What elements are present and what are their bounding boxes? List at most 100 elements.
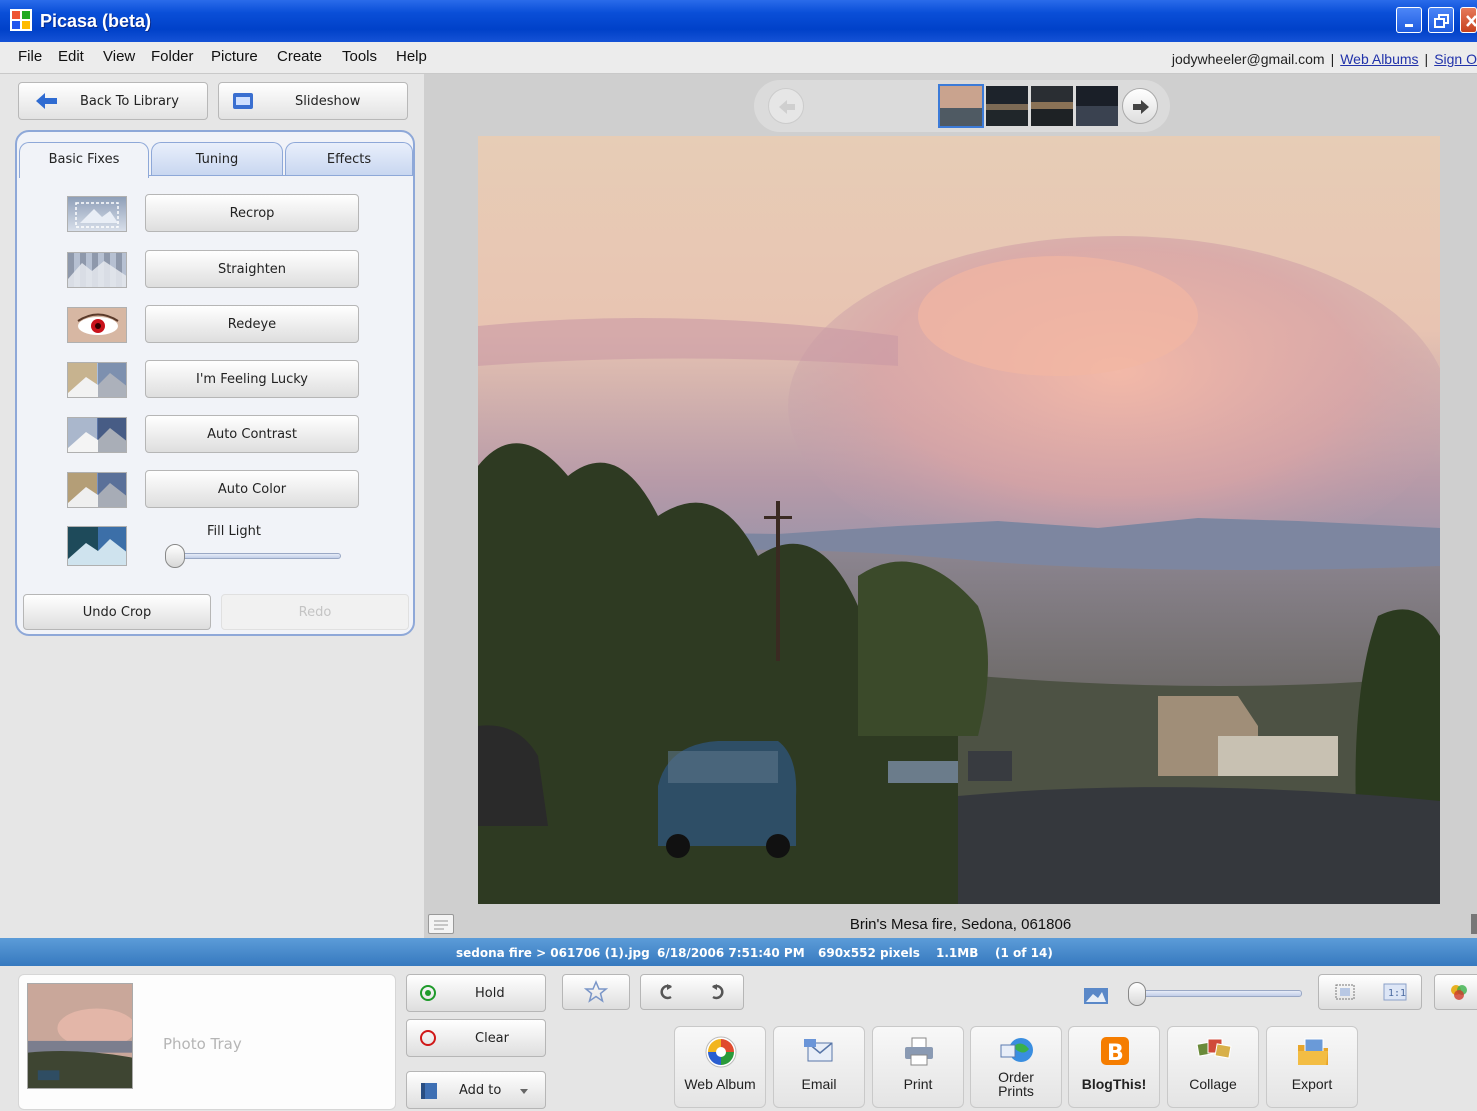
zoom-slider[interactable] <box>1124 982 1306 1006</box>
filmstrip-thumb[interactable] <box>1076 86 1118 126</box>
rotate-right-icon[interactable] <box>707 982 727 1002</box>
zoom-track[interactable] <box>1130 990 1302 997</box>
previous-photo-button[interactable] <box>768 88 804 124</box>
main-photo <box>478 136 1440 904</box>
straighten-button[interactable]: Straighten <box>145 250 359 288</box>
web-album-button[interactable]: Web Album <box>674 1026 766 1108</box>
clear-button[interactable]: Clear <box>406 1019 546 1057</box>
back-to-library-button[interactable]: Back To Library <box>18 82 208 120</box>
recrop-button[interactable]: Recrop <box>145 194 359 232</box>
recrop-icon <box>67 196 127 232</box>
color-info-button[interactable] <box>1434 974 1477 1010</box>
minimize-button[interactable] <box>1396 7 1422 33</box>
close-button[interactable] <box>1460 7 1477 33</box>
photo-viewer: Brin's Mesa fire, Sedona, 061806 <box>424 74 1477 938</box>
restore-icon <box>1434 14 1449 28</box>
menu-help[interactable]: Help <box>396 48 427 65</box>
menu-edit[interactable]: Edit <box>58 48 84 65</box>
svg-text:1:1: 1:1 <box>1388 988 1406 999</box>
zoom-photo-icon <box>1084 988 1108 1004</box>
actual-size-icon[interactable]: 1:1 <box>1383 983 1407 1001</box>
redeye-icon <box>67 307 127 343</box>
redeye-button[interactable]: Redeye <box>145 305 359 343</box>
web-albums-link[interactable]: Web Albums <box>1340 51 1418 67</box>
photo-tray-label: Photo Tray <box>163 1035 242 1053</box>
rotate-buttons <box>640 974 744 1010</box>
menu-file[interactable]: File <box>18 48 42 65</box>
fix-row-auto-contrast: Auto Contrast <box>17 415 413 455</box>
auto-color-icon <box>67 472 127 508</box>
menu-create[interactable]: Create <box>277 48 322 65</box>
fill-light-slider[interactable] <box>165 544 343 568</box>
right-arrow-icon <box>1133 100 1149 114</box>
basic-fixes-panel: Basic Fixes Tuning Effects Recrop Straig… <box>15 130 415 636</box>
collage-icon <box>1196 1038 1232 1059</box>
menu-folder[interactable]: Folder <box>151 48 194 65</box>
back-arrow-icon <box>36 93 57 109</box>
title-bar: Picasa (beta) <box>0 0 1477 42</box>
order-prints-icon <box>1000 1038 1033 1062</box>
fit-to-window-icon[interactable] <box>1334 983 1356 1001</box>
auto-contrast-button[interactable]: Auto Contrast <box>145 415 359 453</box>
separator: | <box>1330 51 1335 67</box>
feeling-lucky-button[interactable]: I'm Feeling Lucky <box>145 360 359 398</box>
blogthis-button[interactable]: B BlogThis! <box>1068 1026 1160 1108</box>
filmstrip-thumb[interactable] <box>1031 86 1073 126</box>
tray-thumbnail[interactable] <box>27 983 133 1089</box>
star-button[interactable] <box>562 974 630 1010</box>
undo-crop-button[interactable]: Undo Crop <box>23 594 211 630</box>
menu-bar: File Edit View Folder Picture Create Too… <box>0 42 1477 74</box>
zoom-knob[interactable] <box>1128 982 1146 1006</box>
print-button[interactable]: Print <box>872 1026 964 1108</box>
next-photo-button[interactable] <box>1122 88 1158 124</box>
email-icon <box>804 1039 833 1062</box>
fill-light-label: Fill Light <box>207 524 261 539</box>
filmstrip <box>754 80 1170 132</box>
filmstrip-thumb[interactable] <box>938 84 984 128</box>
add-to-button[interactable]: Add to <box>406 1071 546 1109</box>
scroll-handle[interactable] <box>1471 914 1477 934</box>
hold-button[interactable]: Hold <box>406 974 546 1012</box>
add-to-label: Add to <box>459 1083 502 1098</box>
fix-row-feeling-lucky: I'm Feeling Lucky <box>17 360 413 400</box>
slideshow-icon <box>233 93 253 109</box>
svg-text:B: B <box>1107 1041 1124 1066</box>
web-album-icon <box>705 1036 737 1068</box>
restore-button[interactable] <box>1428 7 1454 33</box>
order-prints-button[interactable]: Order Prints <box>970 1026 1062 1108</box>
email-label: Email <box>801 1076 837 1092</box>
picasa-logo-icon <box>10 9 32 31</box>
fix-row-auto-color: Auto Color <box>17 470 413 510</box>
slideshow-label: Slideshow <box>295 94 361 109</box>
slideshow-button[interactable]: Slideshow <box>218 82 408 120</box>
tab-tuning[interactable]: Tuning <box>151 142 283 176</box>
menu-picture[interactable]: Picture <box>211 48 258 65</box>
collage-label: Collage <box>1189 1076 1237 1092</box>
fill-light-icon <box>67 526 127 566</box>
auto-color-button[interactable]: Auto Color <box>145 470 359 508</box>
export-button[interactable]: Export <box>1266 1026 1358 1108</box>
window-title: Picasa (beta) <box>40 11 152 31</box>
status-position: (1 of 14) <box>995 946 1053 960</box>
fill-light-track[interactable] <box>175 553 341 559</box>
photo-caption[interactable]: Brin's Mesa fire, Sedona, 061806 <box>424 916 1477 933</box>
email-button[interactable]: Email <box>773 1026 865 1108</box>
menu-tools[interactable]: Tools <box>342 48 377 65</box>
tab-effects[interactable]: Effects <box>285 142 413 176</box>
order-prints-label: Order Prints <box>971 1070 1061 1098</box>
sign-out-link[interactable]: Sign O <box>1434 51 1477 67</box>
menu-view[interactable]: View <box>103 48 135 65</box>
fill-light-knob[interactable] <box>165 544 185 568</box>
collage-button[interactable]: Collage <box>1167 1026 1259 1108</box>
print-label: Print <box>903 1076 933 1092</box>
minimize-icon <box>1405 24 1413 27</box>
album-icon <box>421 1083 437 1099</box>
tab-underline <box>149 175 413 176</box>
back-to-library-label: Back To Library <box>80 94 179 109</box>
redo-button[interactable]: Redo <box>221 594 409 630</box>
filmstrip-thumb[interactable] <box>986 86 1028 126</box>
status-dimensions: 690x552 pixels <box>818 946 920 960</box>
tab-basic-fixes[interactable]: Basic Fixes <box>19 142 149 178</box>
photo-tray: Photo Tray <box>18 974 396 1110</box>
rotate-left-icon[interactable] <box>657 982 677 1002</box>
